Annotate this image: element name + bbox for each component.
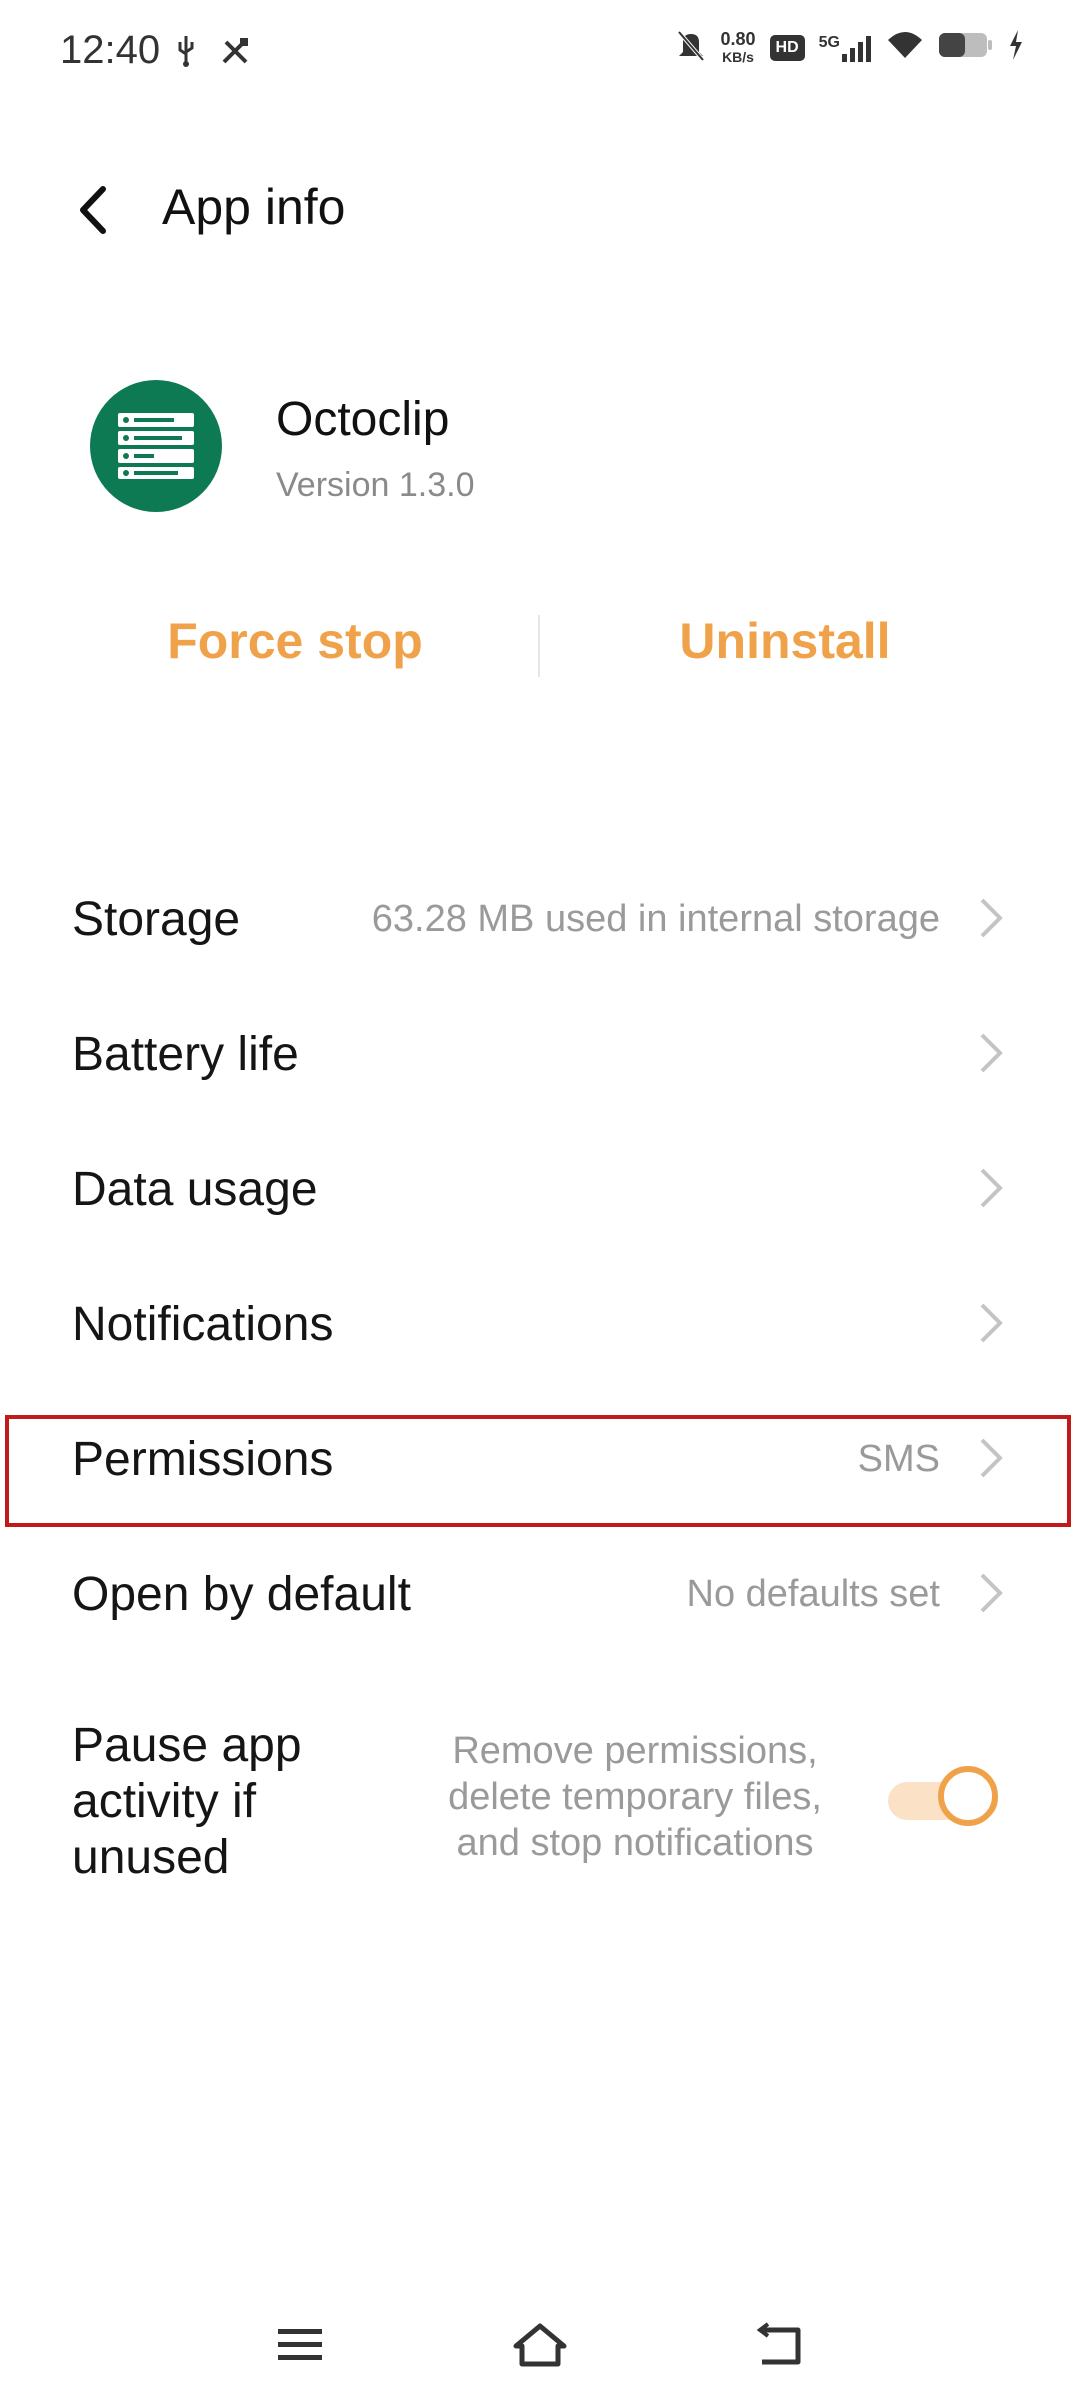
pause-app-activity-toggle[interactable] <box>888 1766 1006 1832</box>
row-value: 63.28 MB used in internal storage <box>371 898 940 940</box>
wifi-icon <box>886 30 924 65</box>
toggle-knob <box>938 1766 998 1826</box>
battery-icon <box>938 31 994 64</box>
row-battery-life[interactable]: Battery life <box>0 983 1080 1121</box>
speed-value: 0.80 <box>720 28 756 49</box>
row-label: Open by default <box>72 1568 411 1621</box>
row-label: Permissions <box>72 1433 334 1486</box>
row-label: Storage <box>72 893 241 946</box>
row-notifications[interactable]: Notifications <box>0 1253 1080 1391</box>
app-version: Version 1.3.0 <box>276 466 475 504</box>
mute-icon <box>675 28 707 67</box>
back-arrow-icon <box>80 186 106 234</box>
speed-unit: KB/s <box>722 48 754 65</box>
row-storage[interactable]: Storage 63.28 MB used in internal storag… <box>0 848 1080 986</box>
status-time: 12:40 <box>60 28 161 72</box>
menu-button[interactable] <box>255 2310 345 2380</box>
row-value: SMS <box>857 1438 940 1480</box>
status-left-icons <box>172 34 252 73</box>
chevron-right-icon <box>980 1168 1003 1208</box>
network-label: 5G <box>818 33 840 51</box>
row-value: No defaults set <box>686 1573 940 1615</box>
row-label: Notifications <box>72 1298 334 1351</box>
row-permissions[interactable]: Permissions SMS <box>0 1388 1080 1526</box>
tools-icon <box>218 34 252 73</box>
app-icon <box>90 380 222 512</box>
back-icon <box>756 2322 801 2365</box>
force-stop-button[interactable]: Force stop <box>90 612 500 670</box>
row-label: Data usage <box>72 1163 318 1216</box>
back-nav-button[interactable] <box>735 2310 825 2380</box>
home-icon <box>513 2323 567 2367</box>
pause-app-activity-label: Pause app activity if unused <box>72 1719 302 1884</box>
server-icon <box>118 413 194 479</box>
chevron-right-icon <box>980 1438 1003 1478</box>
home-button[interactable] <box>495 2310 585 2380</box>
signal-icon: 5G <box>819 34 872 62</box>
row-data-usage[interactable]: Data usage <box>0 1118 1080 1256</box>
chevron-right-icon <box>980 1573 1003 1613</box>
row-open-by-default[interactable]: Open by default No defaults set <box>0 1523 1080 1661</box>
menu-icon <box>278 2329 322 2360</box>
pause-app-activity-description: Remove permissions, delete temporary fil… <box>448 1730 822 1864</box>
uninstall-button[interactable]: Uninstall <box>580 612 990 670</box>
status-right-icons: 0.80 KB/s HD 5G <box>675 28 1025 67</box>
chevron-right-icon <box>980 1303 1003 1343</box>
action-divider <box>538 615 540 677</box>
chevron-right-icon <box>980 898 1003 938</box>
app-name: Octoclip <box>276 393 450 446</box>
back-button[interactable] <box>62 175 122 245</box>
hd-badge: HD <box>769 34 805 61</box>
row-label: Battery life <box>72 1028 299 1081</box>
network-speed: 0.80 KB/s <box>721 30 756 66</box>
page-title: App info <box>162 179 346 235</box>
usb-icon <box>172 34 200 73</box>
chevron-right-icon <box>980 1033 1003 1073</box>
charging-icon <box>1008 30 1024 65</box>
